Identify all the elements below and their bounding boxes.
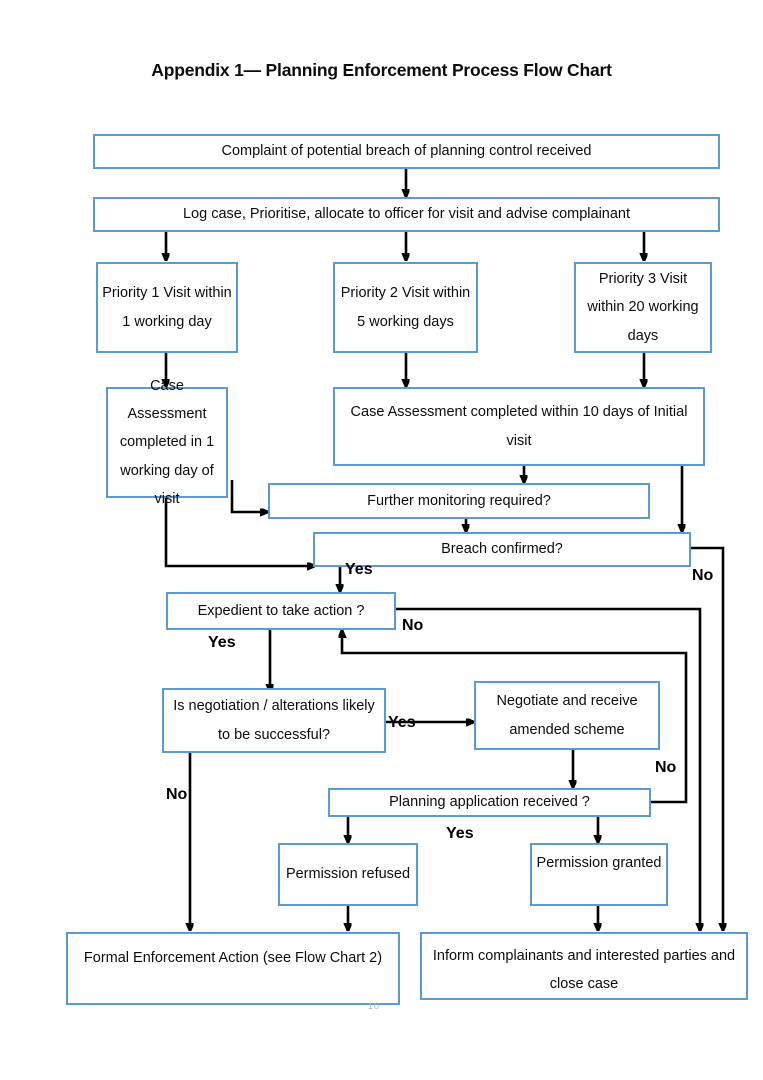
node-priority-1-visit-label: Priority 1 Visit within 1 working day xyxy=(102,285,232,330)
page-title: Appendix 1— Planning Enforcement Process… xyxy=(151,60,612,80)
node-priority-2-visit-label: Priority 2 Visit within 5 working days xyxy=(340,285,471,330)
node-planning-application-received[interactable]: Planning application received ? xyxy=(328,788,651,817)
node-complaint-label: Complaint of potential breach of plannin… xyxy=(221,143,592,160)
node-expedient-to-take-action[interactable]: Expedient to take action ? xyxy=(166,592,396,630)
page-number: 10 xyxy=(368,1001,381,1011)
node-negotiation-likely-successful[interactable]: Is negotiation / alterations likely to b… xyxy=(162,688,386,753)
edge-label-yes-negotiation: Yes xyxy=(388,714,416,731)
edge-label-no-expedient: No xyxy=(402,617,424,634)
node-negotiate-amended-scheme[interactable]: Negotiate and receive amended scheme xyxy=(474,681,660,750)
node-priority-1-visit[interactable]: Priority 1 Visit within 1 working day xyxy=(96,262,238,353)
node-further-monitoring-label: Further monitoring required? xyxy=(367,492,551,509)
node-formal-enforcement-action[interactable]: Formal Enforcement Action (see Flow Char… xyxy=(66,932,400,1005)
node-case-assessment-1-day-label: Case Assessment completed in 1 working d… xyxy=(119,377,215,507)
node-case-assessment-1-day[interactable]: Case Assessment completed in 1 working d… xyxy=(106,378,228,507)
edge-label-yes-planning-application: Yes xyxy=(446,825,474,842)
node-negotiation-likely-successful-label: Is negotiation / alterations likely to b… xyxy=(173,698,375,743)
node-case-assessment-10-days[interactable]: Case Assessment completed within 10 days… xyxy=(333,387,705,466)
edge-label-no-planning-application: No xyxy=(655,759,677,776)
node-priority-3-visit-label: Priority 3 Visit within 20 working days xyxy=(587,271,699,344)
node-log-case-label: Log case, Prioritise, allocate to office… xyxy=(182,206,631,223)
node-log-case[interactable]: Log case, Prioritise, allocate to office… xyxy=(93,197,720,232)
edge-label-yes-expedient: Yes xyxy=(208,634,236,651)
node-priority-2-visit[interactable]: Priority 2 Visit within 5 working days xyxy=(333,262,478,353)
node-complaint[interactable]: Complaint of potential breach of plannin… xyxy=(93,134,720,169)
node-priority-3-visit[interactable]: Priority 3 Visit within 20 working days xyxy=(574,262,712,353)
edge-assess1-monitoring xyxy=(230,480,264,512)
edge-label-no-breach-confirmed: No xyxy=(692,567,714,584)
flowchart-canvas: Appendix 1— Planning Enforcement Process… xyxy=(0,0,763,1080)
edge-breach-inform xyxy=(691,546,723,927)
node-expedient-to-take-action-label: Expedient to take action ? xyxy=(197,602,365,619)
edge-label-no-negotiation: No xyxy=(166,786,188,803)
edge-label-yes-breach-confirmed: Yes xyxy=(345,561,373,578)
node-further-monitoring[interactable]: Further monitoring required? xyxy=(268,483,650,519)
node-permission-granted[interactable]: Permission granted xyxy=(530,843,668,906)
node-permission-refused-label: Permission refused xyxy=(285,866,411,883)
node-inform-complainants[interactable]: Inform complainants and interested parti… xyxy=(420,932,748,1000)
node-breach-confirmed-label: Breach confirmed? xyxy=(441,541,563,558)
node-permission-refused[interactable]: Permission refused xyxy=(278,843,418,906)
node-case-assessment-10-days-label: Case Assessment completed within 10 days… xyxy=(350,404,688,449)
node-planning-application-received-label: Planning application received ? xyxy=(389,794,590,811)
node-negotiate-amended-scheme-label: Negotiate and receive amended scheme xyxy=(496,693,638,738)
node-formal-enforcement-action-label: Formal Enforcement Action (see Flow Char… xyxy=(83,950,383,966)
node-permission-granted-label: Permission granted xyxy=(536,855,662,871)
node-inform-complainants-label: Inform complainants and interested parti… xyxy=(432,948,736,993)
